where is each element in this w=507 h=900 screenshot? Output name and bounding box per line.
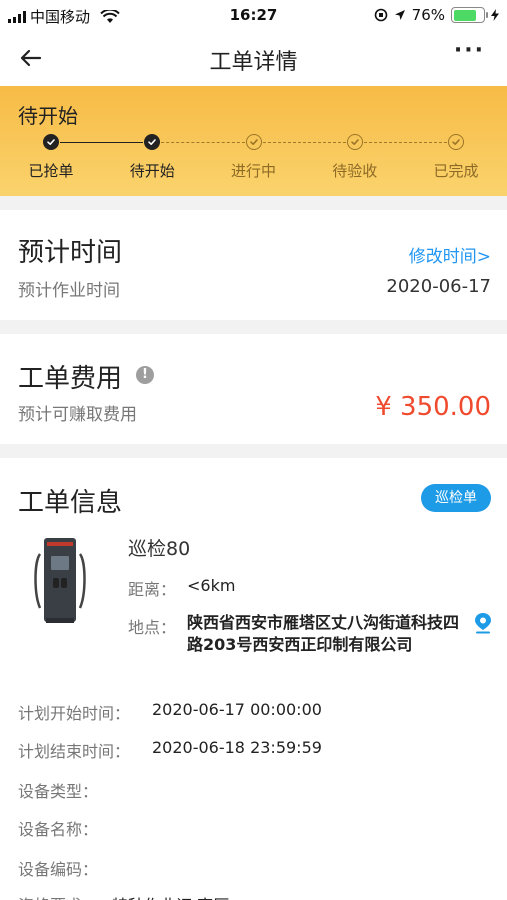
charging-icon — [491, 9, 499, 21]
check-icon — [43, 134, 59, 150]
device-type-label: 设备类型： — [18, 782, 99, 801]
check-icon — [346, 134, 363, 150]
fee-amount: ¥ 350.00 — [375, 392, 491, 422]
nav-bar: 工单详情 ··· — [0, 32, 507, 86]
schedule-title: 预计时间 — [18, 238, 123, 268]
orientation-lock-icon — [374, 8, 387, 22]
schedule-label: 预计作业时间 — [18, 281, 120, 301]
status-right: 76% — [374, 6, 499, 24]
location-label: 地点： — [128, 618, 177, 637]
progress-step-label: 进行中 — [230, 162, 276, 180]
plan-start-label: 计划开始时间： — [18, 704, 131, 723]
fee-card: 工单费用 ! 预计可赚取费用 ¥ 350.00 — [0, 334, 507, 444]
progress-step-label: 待验收 — [332, 162, 378, 180]
plan-end-value: 2020-06-18 23:59:59 — [152, 738, 322, 757]
order-info-card: 工单信息 巡检单 巡检80 距离： <6km 地点： 陕西省西安市雁塔区丈八沟街… — [0, 458, 507, 900]
progress-step-label: 已完成 — [433, 162, 479, 180]
order-type-badge: 巡检单 — [421, 484, 491, 512]
check-icon — [448, 134, 464, 150]
order-progress-banner: 待开始 已抢单 待开始 进行中 待验收 已完成 — [0, 86, 507, 196]
distance-value: <6km — [187, 576, 236, 595]
fee-title: 工单费用 — [18, 364, 123, 394]
distance-label: 距离： — [128, 580, 177, 599]
location-arrow-icon — [394, 10, 405, 20]
info-icon[interactable]: ! — [136, 366, 154, 384]
battery-icon — [451, 7, 488, 23]
check-icon — [144, 134, 161, 150]
device-name-label: 设备名称： — [18, 820, 99, 839]
info-title: 工单信息 — [18, 488, 123, 518]
progress-step: 已抢单 — [1, 132, 101, 181]
progress-step: 进行中 — [204, 132, 304, 181]
schedule-card: 预计时间 修改时间> 预计作业时间 2020-06-17 — [0, 210, 507, 320]
battery-fill — [453, 9, 476, 21]
requirement-value: 特种作业证 高压 — [112, 892, 229, 900]
plan-end-label: 计划结束时间： — [18, 742, 131, 761]
progress-step: 待开始 — [102, 132, 202, 181]
plan-start-value: 2020-06-17 00:00:00 — [152, 700, 322, 719]
progress-step-label: 待开始 — [129, 162, 175, 180]
edit-time-link[interactable]: 修改时间> — [409, 242, 491, 267]
device-name: 巡检80 — [128, 538, 191, 560]
progress-step-label: 已抢单 — [28, 162, 74, 180]
battery-percent: 76% — [411, 6, 445, 24]
status-bar: 中国移动 16:27 76% — [0, 0, 507, 32]
check-icon — [245, 134, 262, 150]
progress-step: 已完成 — [406, 132, 506, 181]
location-address: 陕西省西安市雁塔区丈八沟街道科技四路203号西安西正印制有限公司 — [187, 613, 460, 654]
current-status: 待开始 — [18, 104, 78, 128]
requirement-label: 资格要求： — [18, 892, 98, 900]
progress-steps: 已抢单 待开始 进行中 待验收 已完成 — [0, 132, 507, 192]
progress-step: 待验收 — [305, 132, 405, 181]
device-code-label: 设备编码： — [18, 860, 99, 879]
more-menu-button[interactable]: ··· — [454, 38, 485, 63]
map-pin-icon[interactable] — [473, 612, 493, 634]
schedule-date: 2020-06-17 — [386, 276, 491, 297]
page-title: 工单详情 — [209, 50, 298, 75]
charging-pile-image — [34, 538, 86, 623]
fee-label: 预计可赚取费用 — [18, 405, 137, 425]
